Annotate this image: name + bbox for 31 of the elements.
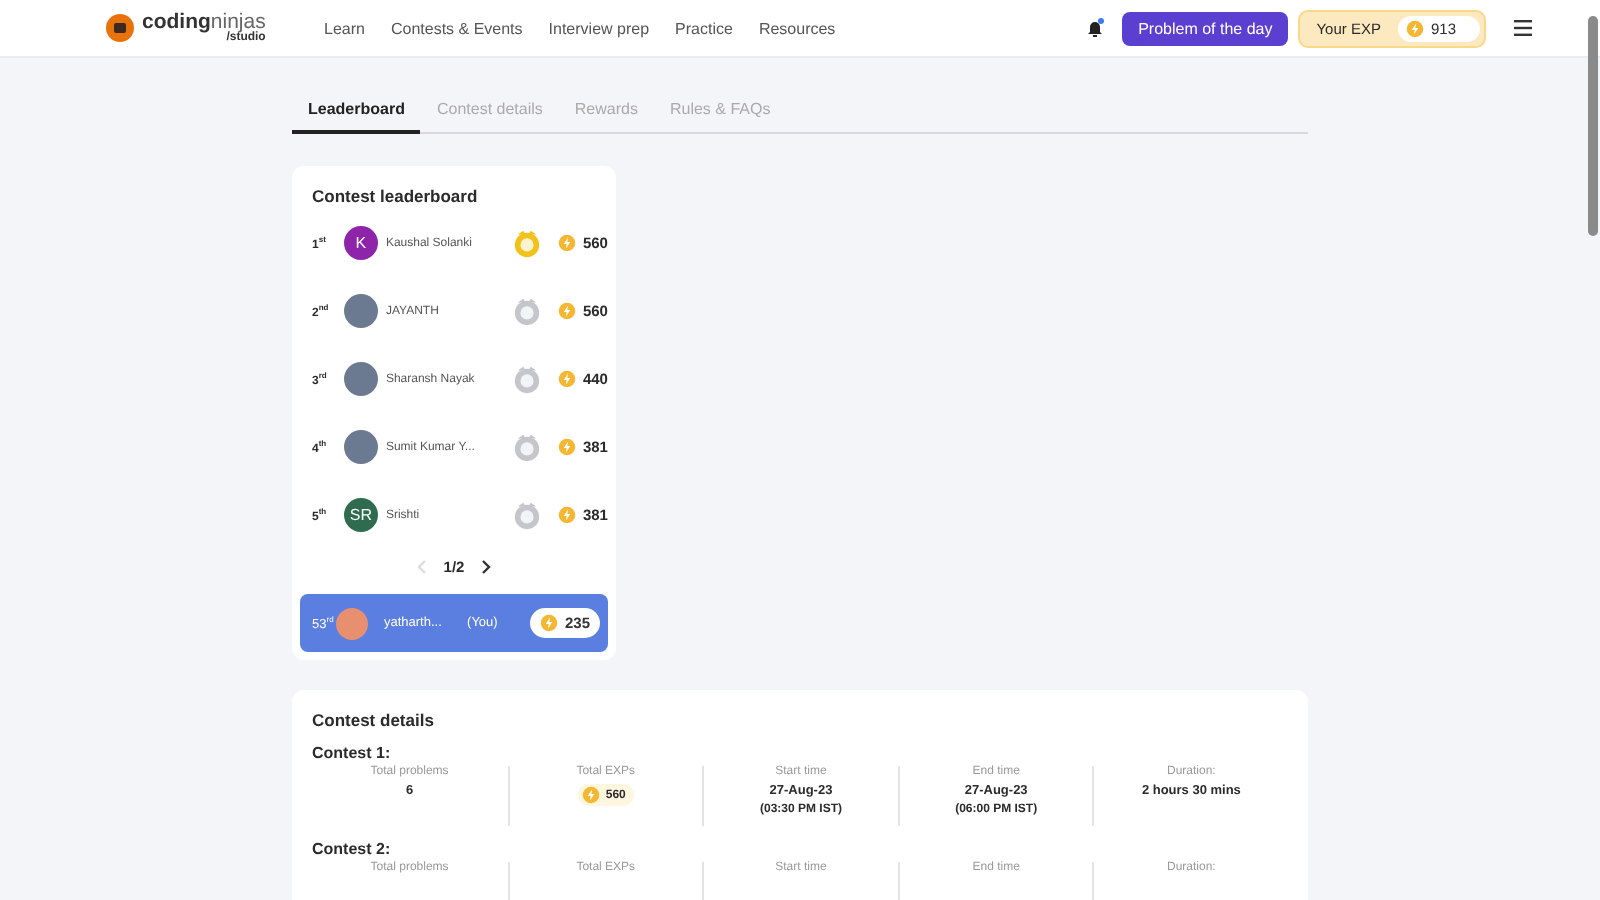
contest-details-title: Contest details — [312, 710, 436, 730]
avatar-photo — [343, 294, 378, 328]
avatar-photo — [343, 362, 378, 396]
contest-title: Contest 1: — [312, 744, 393, 762]
nav-link[interactable]: Learn — [324, 19, 365, 37]
contest-title: Contest 2: — [312, 840, 393, 858]
logo-icon[interactable] — [106, 14, 134, 42]
avatar: SR — [343, 498, 378, 532]
coin-icon — [558, 370, 577, 388]
coin-icon — [558, 302, 577, 320]
bell-icon[interactable] — [1086, 18, 1105, 38]
coin-icon — [558, 506, 577, 524]
logo-wordmark: codingninjas — [142, 11, 266, 33]
menu-icon[interactable] — [1514, 20, 1532, 36]
nav-link[interactable]: Practice — [675, 19, 733, 37]
tab[interactable]: Leaderboard — [292, 86, 421, 134]
nav-link[interactable]: Contests & Events — [390, 19, 523, 37]
coin-icon — [558, 438, 577, 456]
avatar: K — [343, 226, 378, 260]
next-page-icon[interactable] — [480, 560, 493, 574]
coin-icon — [558, 234, 577, 252]
leaderboard-title: Contest leaderboard — [310, 186, 480, 206]
scrollbar-thumb[interactable] — [1588, 16, 1598, 236]
problem-of-the-day-button[interactable]: Problem of the day — [1122, 11, 1289, 45]
coin-icon — [540, 614, 559, 632]
coin-icon — [581, 786, 600, 804]
nav-link[interactable]: Resources — [758, 19, 836, 37]
coin-icon — [1406, 19, 1425, 37]
nav-link[interactable]: Interview prep — [548, 19, 650, 37]
avatar-photo — [335, 607, 368, 639]
avatar-photo — [343, 430, 378, 464]
